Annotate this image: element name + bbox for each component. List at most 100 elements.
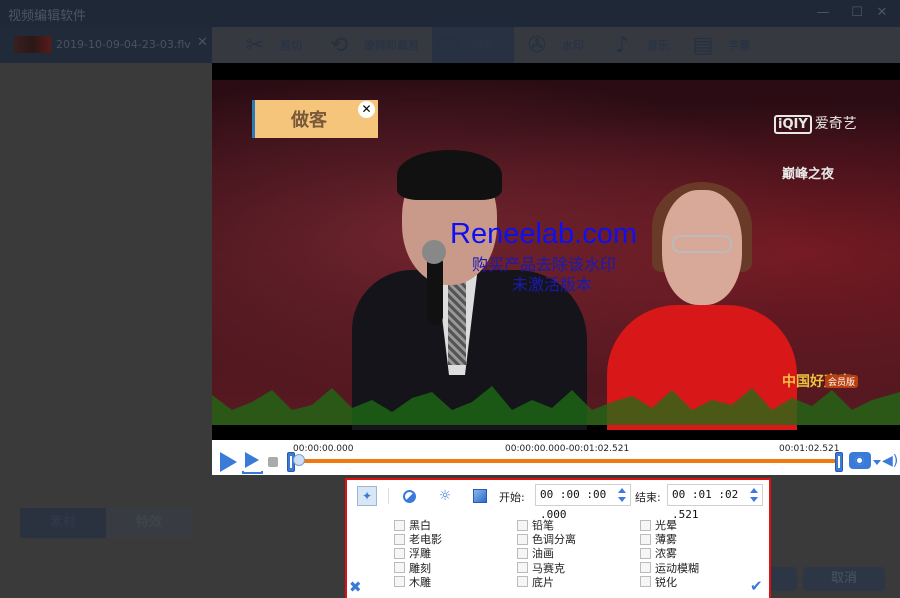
effect-checkbox[interactable]: 薄雾 xyxy=(640,532,699,546)
cancel-effects-icon[interactable]: ✖ xyxy=(349,578,362,596)
start-time-spinner[interactable] xyxy=(618,488,626,502)
checkbox[interactable] xyxy=(640,576,651,588)
end-time-input[interactable]: 00 :01 :02 .521 xyxy=(667,484,763,521)
checkbox[interactable] xyxy=(394,519,405,531)
chevron-down-icon[interactable] xyxy=(873,460,881,465)
effect-checkbox[interactable]: 油画 xyxy=(517,546,576,560)
effect-checkbox[interactable]: 浓雾 xyxy=(640,546,699,560)
end-label: 结束: xyxy=(635,491,661,504)
file-close-button[interactable]: ✕ xyxy=(197,35,208,50)
time-range: 00:00:00.000-00:01:02.521 xyxy=(505,444,630,454)
title-bar: 视频编辑软件 — ☐ ✕ xyxy=(0,0,900,27)
sticker-close-button[interactable]: ✕ xyxy=(358,101,375,118)
confirm-effects-icon[interactable]: ✔ xyxy=(750,577,763,595)
start-time-input[interactable]: 00 :00 :00 .000 xyxy=(535,484,631,521)
checkbox[interactable] xyxy=(517,576,528,588)
checkbox[interactable] xyxy=(640,519,651,531)
effect-checkbox[interactable]: 浮雕 xyxy=(394,546,442,560)
checkbox[interactable] xyxy=(640,562,651,574)
watermark-reel-icon: ✇ xyxy=(527,32,547,58)
effects-column-1: 黑白 老电影 浮雕 雕刻 木雕 xyxy=(394,518,442,589)
watermark-line-2: 未激活版本 xyxy=(512,277,593,294)
checkbox[interactable] xyxy=(640,533,651,545)
effect-checkbox[interactable]: 光晕 xyxy=(640,518,699,532)
effect-checkbox[interactable]: 色调分离 xyxy=(517,532,576,546)
effect-checkbox[interactable]: 黑白 xyxy=(394,518,442,532)
channel-logo: iQIY 爱奇艺 xyxy=(774,113,857,134)
tool-cut-label: 剪切 xyxy=(280,39,302,52)
tool-effects[interactable]: 🎞 特效 xyxy=(432,27,514,63)
effects-column-3: 光晕 薄雾 浓雾 运动模糊 锐化 xyxy=(640,518,699,589)
tool-watermark[interactable]: ✇ 水印 xyxy=(522,27,584,63)
effect-checkbox[interactable]: 马赛克 xyxy=(517,561,576,575)
contrast-icon[interactable] xyxy=(399,486,419,506)
checkbox[interactable] xyxy=(517,533,528,545)
file-tab[interactable]: 2019-10-09-04-23-03.flv ✕ xyxy=(0,27,212,63)
effects-panel: ✦ ☼ 开始: 00 :00 :00 .000 结束: 00 :01 :02 .… xyxy=(345,478,771,598)
time-start: 00:00:00.000 xyxy=(293,444,354,454)
close-window-button[interactable]: ✕ xyxy=(872,4,892,22)
timeline-track[interactable] xyxy=(294,459,841,463)
start-time-value: 00 :00 :00 .000 xyxy=(540,488,607,521)
edit-toolbar: ✂ 剪切 ⟲ 旋转和裁剪 🎞 特效 ✇ 水印 ♪ 音乐 ▤ 字幕 xyxy=(212,27,900,63)
side-tab-materials[interactable]: 素材 xyxy=(20,508,106,538)
effect-label: 木雕 xyxy=(409,575,431,589)
start-label: 开始: xyxy=(499,491,525,504)
effects-column-2: 铅笔 色调分离 油画 马赛克 底片 xyxy=(517,518,576,589)
tool-watermark-label: 水印 xyxy=(562,39,584,52)
toolbar-divider xyxy=(388,488,389,504)
player-controls: 00:00:00.000 00:00:00.000-00:01:02.521 0… xyxy=(212,440,900,475)
effect-checkbox[interactable]: 木雕 xyxy=(394,575,442,589)
effect-checkbox[interactable]: 铅笔 xyxy=(517,518,576,532)
tool-rotate-crop[interactable]: ⟲ 旋转和裁剪 xyxy=(324,27,419,63)
sticker-text: 做客 xyxy=(291,110,327,131)
play-selection-icon[interactable] xyxy=(242,452,263,474)
left-panel: 素材 特效 xyxy=(0,63,212,598)
crop-rotate-icon: ⟲ xyxy=(329,32,349,58)
cancel-button[interactable]: 取消 xyxy=(803,567,885,591)
color-square-icon[interactable] xyxy=(470,486,490,506)
video-thumbnail xyxy=(14,36,51,53)
volume-icon[interactable]: ◀) xyxy=(882,453,898,469)
trim-end-handle[interactable] xyxy=(835,452,843,472)
music-note-icon: ♪ xyxy=(614,32,630,58)
tool-rotate-crop-label: 旋转和裁剪 xyxy=(364,39,419,52)
checkbox[interactable] xyxy=(517,547,528,559)
checkbox[interactable] xyxy=(517,562,528,574)
checkbox[interactable] xyxy=(517,519,528,531)
checkbox[interactable] xyxy=(394,533,405,545)
effect-label: 锐化 xyxy=(655,575,677,589)
minimize-button[interactable]: — xyxy=(813,4,833,22)
effect-checkbox[interactable]: 底片 xyxy=(517,575,576,589)
video-preview[interactable]: 做客 ✕ iQIY 爱奇艺 巅峰之夜 中国好声音 会员版 Reneelab.com… xyxy=(212,63,900,440)
checkbox[interactable] xyxy=(640,547,651,559)
tool-subtitle[interactable]: ▤ 字幕 xyxy=(688,27,750,63)
camera-icon[interactable] xyxy=(849,452,871,469)
checkbox[interactable] xyxy=(394,547,405,559)
end-time-spinner[interactable] xyxy=(750,488,758,502)
side-tabs: 素材 特效 xyxy=(20,508,192,538)
tool-music[interactable]: ♪ 音乐 xyxy=(607,27,669,63)
magic-wand-icon[interactable]: ✦ xyxy=(357,486,377,506)
tool-cut[interactable]: ✂ 剪切 xyxy=(240,27,302,63)
effect-checkbox[interactable]: 雕刻 xyxy=(394,561,442,575)
subtitle-icon: ▤ xyxy=(692,32,714,58)
effect-label: 底片 xyxy=(532,575,554,589)
checkbox[interactable] xyxy=(394,576,405,588)
channel-subtitle: 巅峰之夜 xyxy=(782,167,835,182)
tool-music-label: 音乐 xyxy=(647,39,669,52)
play-icon[interactable] xyxy=(220,452,237,472)
effect-checkbox[interactable]: 老电影 xyxy=(394,532,442,546)
playhead-knob[interactable] xyxy=(293,454,305,466)
brightness-icon[interactable]: ☼ xyxy=(435,486,455,506)
stop-icon[interactable] xyxy=(268,457,278,467)
effect-checkbox[interactable]: 锐化 xyxy=(640,575,699,589)
effect-checkbox[interactable]: 运动模糊 xyxy=(640,561,699,575)
maximize-button[interactable]: ☐ xyxy=(847,4,867,22)
checkbox[interactable] xyxy=(394,562,405,574)
channel-logo-box: iQIY xyxy=(774,115,812,134)
effects-film-icon: 🎞 xyxy=(433,32,461,58)
end-time-value: 00 :01 :02 .521 xyxy=(672,488,739,521)
time-end: 00:01:02.521 xyxy=(779,444,840,454)
side-tab-effects[interactable]: 特效 xyxy=(106,508,192,538)
